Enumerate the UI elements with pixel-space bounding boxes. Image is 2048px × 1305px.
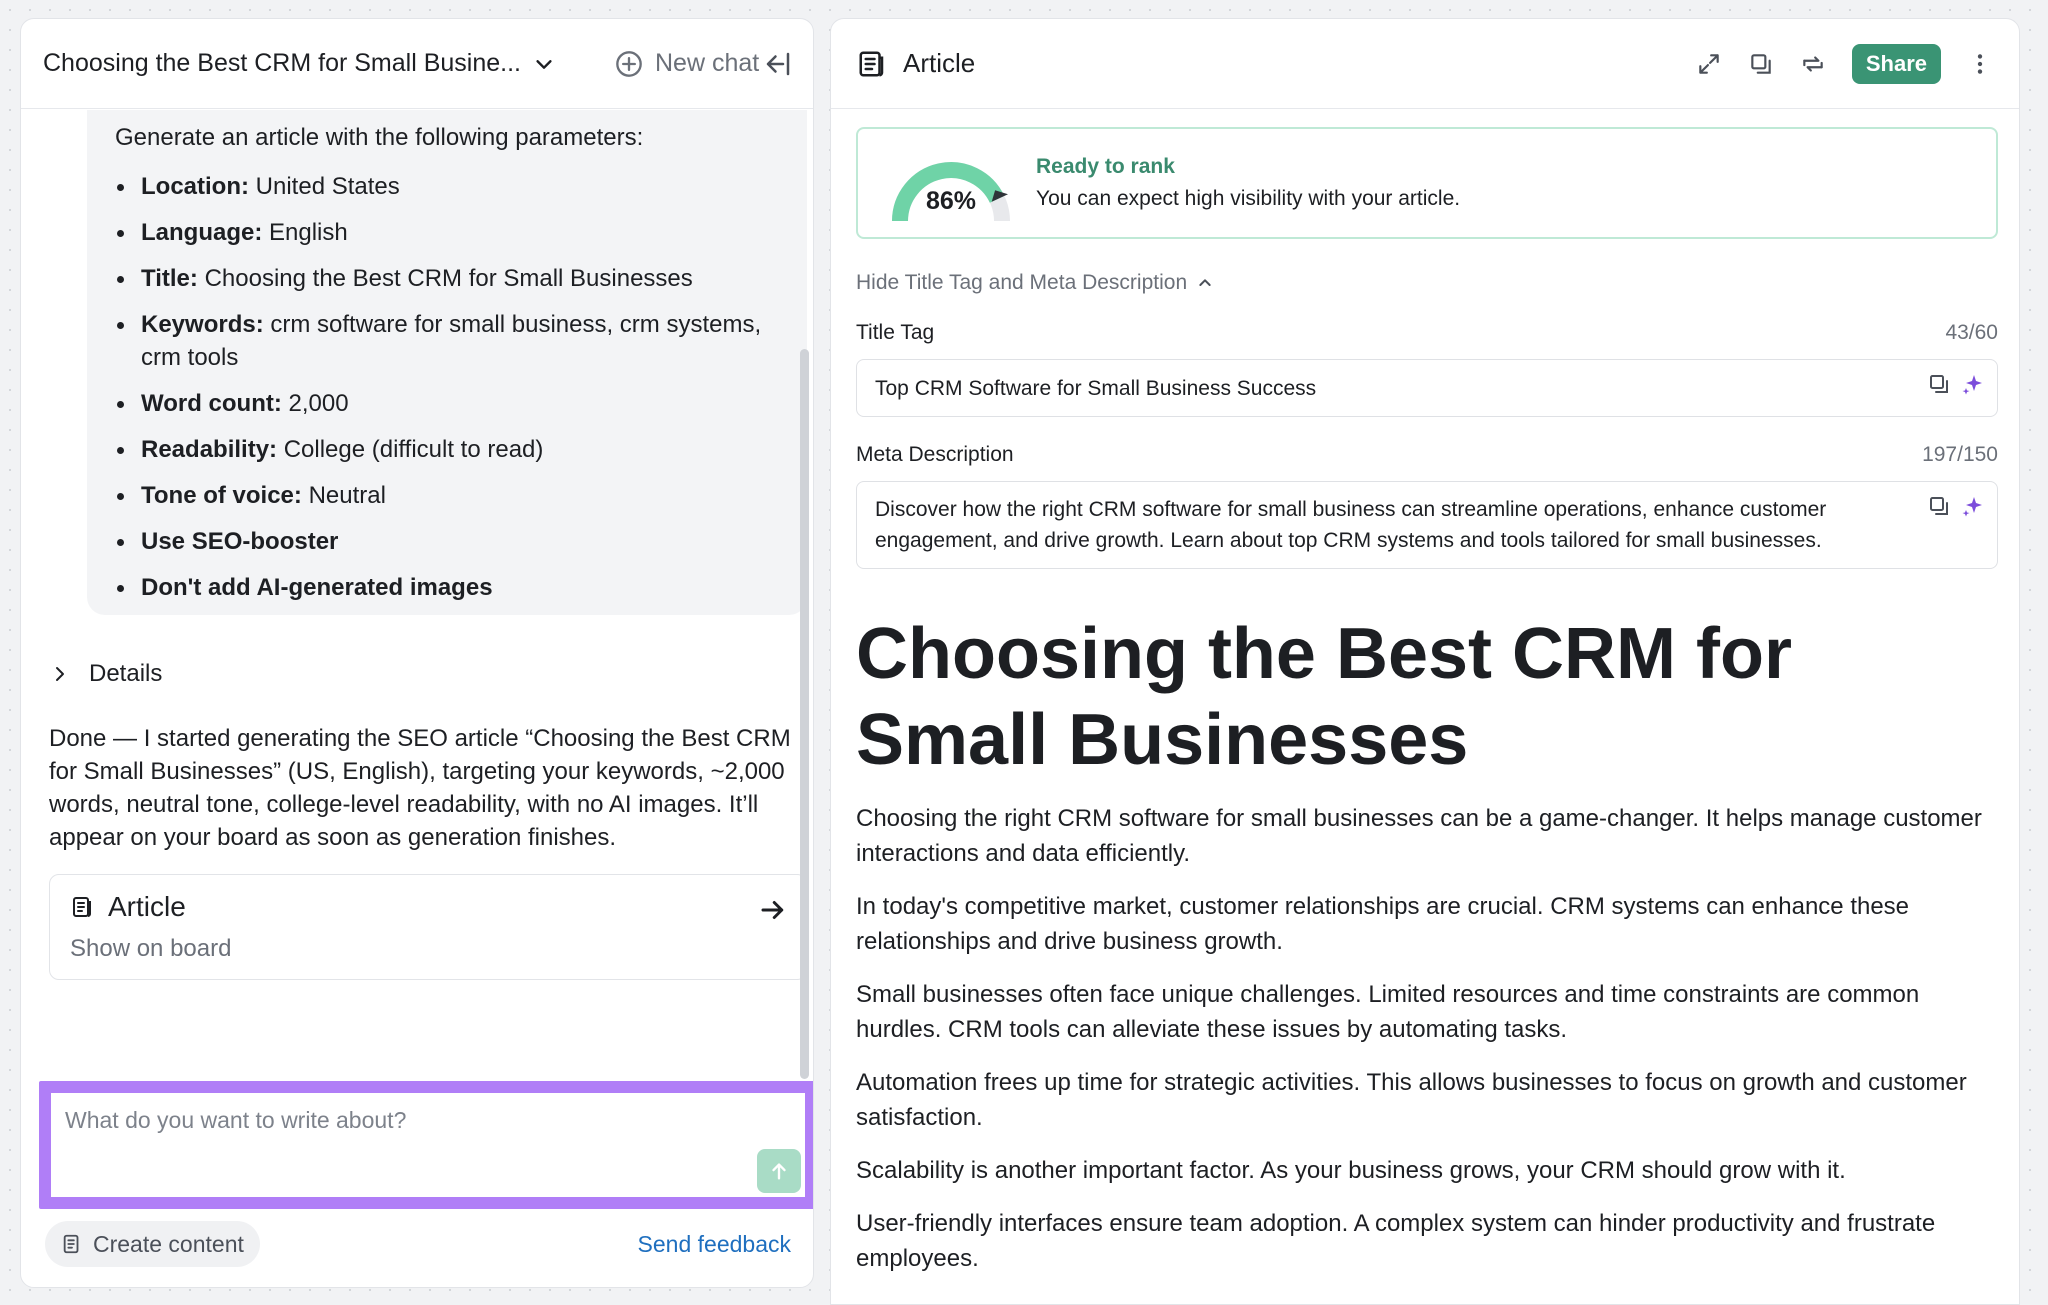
param-item: Readability: College (difficult to read) xyxy=(115,433,779,466)
arrow-up-icon xyxy=(772,1163,786,1180)
param-label: Title: xyxy=(141,265,198,292)
article-header-title: Article xyxy=(903,48,976,78)
document-icon xyxy=(859,51,884,76)
param-item: Language: English xyxy=(115,216,779,249)
article-paragraph[interactable]: Automation frees up time for strategic a… xyxy=(856,1065,1998,1135)
param-item: Word count: 2,000 xyxy=(115,387,779,420)
sparkle-icon[interactable] xyxy=(1961,494,1985,518)
sparkle-icon[interactable] xyxy=(1961,372,1985,396)
param-value: Choosing the Best CRM for Small Business… xyxy=(197,265,693,292)
chat-input[interactable] xyxy=(51,1093,805,1197)
new-chat-label: New chat xyxy=(654,49,760,77)
expand-icon[interactable] xyxy=(1696,51,1722,77)
chat-title[interactable]: Choosing the Best CRM for Small Busine..… xyxy=(43,49,521,78)
article-content: 86% Ready to rank You can expect high vi… xyxy=(856,109,1998,1276)
article-paragraph[interactable]: Choosing the right CRM software for smal… xyxy=(856,801,1998,871)
document-icon xyxy=(73,897,91,917)
prompt-intro: Generate an article with the following p… xyxy=(115,124,644,151)
article-header: Article Share xyxy=(831,19,2019,109)
article-card[interactable]: Article Show on board xyxy=(49,874,807,980)
article-paragraph[interactable]: Scalability is another important factor.… xyxy=(856,1153,1998,1188)
param-item: Title: Choosing the Best CRM for Small B… xyxy=(115,262,779,295)
title-tag-field[interactable]: Top CRM Software for Small Business Succ… xyxy=(856,359,1998,417)
param-label: Language: xyxy=(141,219,263,246)
param-item: Use SEO-booster xyxy=(115,525,779,558)
article-card-title: Article xyxy=(108,891,186,922)
send-feedback-link[interactable]: Send feedback xyxy=(638,1231,791,1258)
copy-icon[interactable] xyxy=(1927,372,1951,396)
param-item: Location: United States xyxy=(115,170,779,203)
param-label: Location: xyxy=(141,173,249,200)
collapse-panel-icon[interactable] xyxy=(763,49,793,79)
article-paragraph[interactable]: In today's competitive market, customer … xyxy=(856,889,1998,959)
chat-header: Choosing the Best CRM for Small Busine..… xyxy=(21,19,813,109)
toggle-meta-button[interactable]: Hide Title Tag and Meta Description xyxy=(856,271,1998,295)
title-tag-count: 43/60 xyxy=(1945,321,1998,344)
user-prompt-message: Generate an article with the following p… xyxy=(87,110,807,615)
meta-description-field[interactable]: Discover how the right CRM software for … xyxy=(856,481,1998,569)
create-content-button[interactable]: Create content xyxy=(45,1221,260,1267)
article-body: Choosing the right CRM software for smal… xyxy=(856,801,1998,1276)
article-paragraph[interactable]: Small businesses often face unique chall… xyxy=(856,977,1998,1047)
new-chat-button[interactable]: New chat xyxy=(615,49,759,78)
chat-scrollbar[interactable] xyxy=(800,349,809,1079)
plus-circle-icon xyxy=(616,50,642,77)
chevron-right-icon xyxy=(56,667,64,681)
param-value: 2,000 xyxy=(281,390,349,417)
arrow-right-icon[interactable] xyxy=(758,895,788,925)
meta-label: Meta Description xyxy=(856,443,1014,466)
copy-icon[interactable] xyxy=(1748,51,1774,77)
chevron-down-icon[interactable] xyxy=(533,53,555,75)
more-vertical-icon[interactable] xyxy=(1967,51,1993,77)
rank-card: 86% Ready to rank You can expect high vi… xyxy=(856,127,1998,239)
article-panel: Article Share 86% Ready to rank You can … xyxy=(830,18,2020,1305)
article-paragraph[interactable]: User-friendly interfaces ensure team ado… xyxy=(856,1206,1998,1276)
chevron-up-icon xyxy=(1199,279,1211,286)
share-button[interactable]: Share xyxy=(1851,43,1941,84)
document-icon xyxy=(63,1234,79,1254)
meta-label-row: Meta Description 197/150 xyxy=(856,443,1998,467)
param-label: Use SEO-booster xyxy=(141,528,339,555)
meta-count: 197/150 xyxy=(1922,443,1998,466)
details-label: Details xyxy=(89,660,163,687)
param-value: English xyxy=(262,219,348,246)
article-card-subtitle: Show on board xyxy=(70,935,232,962)
chat-messages: Generate an article with the following p… xyxy=(21,110,813,1100)
rank-title: Ready to rank xyxy=(1036,155,1175,178)
param-item: Don't add AI-generated images xyxy=(115,571,779,604)
send-button[interactable] xyxy=(757,1149,801,1193)
assistant-reply: Done — I started generating the SEO arti… xyxy=(49,725,791,851)
title-tag-label-row: Title Tag 43/60 xyxy=(856,321,1998,345)
regenerate-icon[interactable] xyxy=(1800,51,1826,77)
title-tag-value: Top CRM Software for Small Business Succ… xyxy=(875,377,1317,400)
param-label: Keywords: xyxy=(141,311,264,338)
param-item: Keywords: crm software for small busines… xyxy=(115,308,779,374)
toggle-meta-label: Hide Title Tag and Meta Description xyxy=(856,271,1188,294)
param-item: Tone of voice: Neutral xyxy=(115,479,779,512)
param-value: College (difficult to read) xyxy=(277,436,544,463)
param-label: Readability: xyxy=(141,436,278,463)
article-title[interactable]: Choosing the Best CRM for Small Business… xyxy=(856,611,1998,783)
title-tag-label: Title Tag xyxy=(856,321,935,344)
details-toggle[interactable]: Details xyxy=(51,660,162,688)
create-content-label: Create content xyxy=(93,1230,244,1257)
chat-input-wrapper xyxy=(39,1081,813,1209)
rank-percent: 86% xyxy=(926,187,977,215)
param-value: United States xyxy=(249,173,400,200)
param-label: Tone of voice: xyxy=(141,482,302,509)
copy-icon[interactable] xyxy=(1927,494,1951,518)
chat-panel: Choosing the Best CRM for Small Busine..… xyxy=(20,18,814,1288)
meta-value: Discover how the right CRM software for … xyxy=(875,498,1827,552)
param-label: Don't add AI-generated images xyxy=(141,574,493,601)
param-label: Word count: xyxy=(141,390,282,417)
param-value: Neutral xyxy=(301,482,386,509)
param-list: Location: United States Language: English… xyxy=(115,170,779,604)
rank-subtitle: You can expect high visibility with your… xyxy=(1036,187,1461,210)
